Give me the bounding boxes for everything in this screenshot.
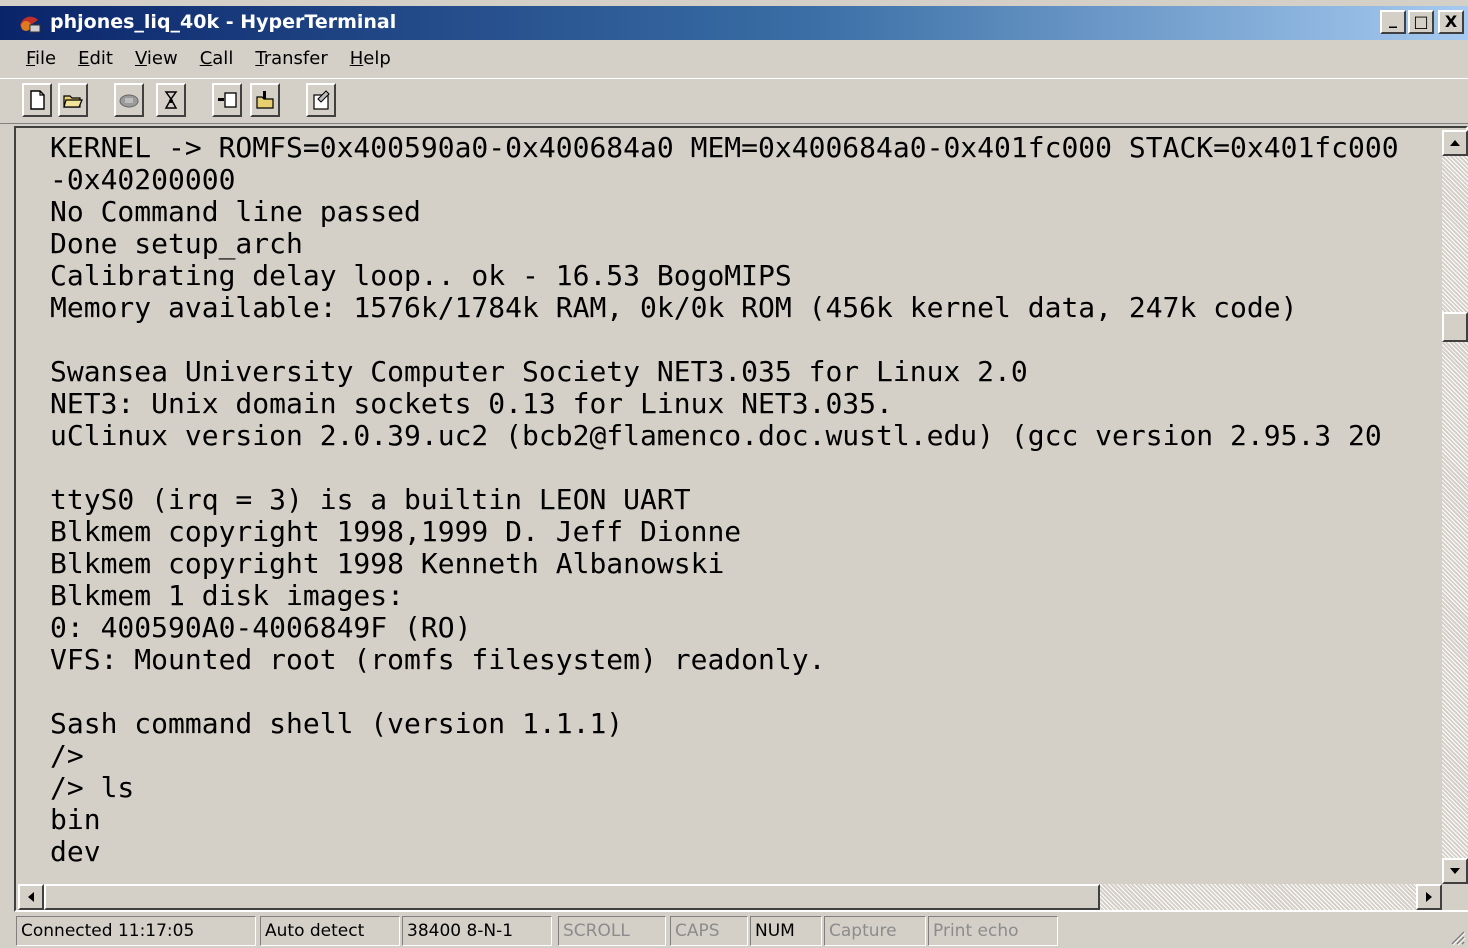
vertical-scroll-thumb[interactable] [1442, 312, 1468, 342]
resize-grip-icon[interactable] [1448, 928, 1466, 946]
properties-icon [313, 90, 330, 110]
title-bar[interactable]: phjones_liq_40k - HyperTerminal _ □ X [0, 0, 1468, 40]
terminal-line: dev [50, 835, 101, 868]
menu-view[interactable]: View [135, 48, 178, 69]
open-button[interactable] [58, 83, 88, 117]
terminal-line: VFS: Mounted root (romfs filesystem) rea… [50, 643, 826, 676]
terminal-line: Memory available: 1576k/1784k RAM, 0k/0k… [50, 291, 1298, 324]
terminal-line: Calibrating delay loop.. ok - 16.53 Bogo… [50, 259, 792, 292]
menu-call[interactable]: Call [200, 48, 234, 69]
status-port-settings: 38400 8-N-1 [402, 916, 552, 946]
menu-transfer[interactable]: Transfer [255, 48, 327, 69]
terminal-line: Blkmem 1 disk images: [50, 579, 405, 612]
terminal-line: KERNEL -> ROMFS=0x400590a0-0x400684a0 ME… [50, 131, 1399, 164]
scroll-left-button[interactable] [18, 884, 44, 910]
terminal-output[interactable]: KERNEL -> ROMFS=0x400590a0-0x400684a0 ME… [18, 130, 1442, 884]
terminal-line: Swansea University Computer Society NET3… [50, 355, 1028, 388]
send-button[interactable] [212, 83, 242, 117]
arrow-down-icon [1450, 868, 1460, 874]
minimize-button[interactable]: _ [1380, 10, 1406, 34]
arrow-right-icon [1426, 892, 1432, 902]
terminal-line: Sash command shell (version 1.1.1) [50, 707, 624, 740]
window-title: phjones_liq_40k - HyperTerminal [50, 11, 397, 33]
arrow-up-icon [1450, 140, 1460, 146]
disconnect-icon [164, 91, 178, 109]
scroll-down-button[interactable] [1442, 858, 1468, 884]
menu-bar: File Edit View Call Transfer Help [0, 40, 1468, 76]
arrow-left-icon [28, 892, 34, 902]
disconnect-button[interactable] [156, 83, 186, 117]
status-scroll: SCROLL [558, 916, 666, 946]
toolbar [0, 78, 1468, 124]
menu-help[interactable]: Help [350, 48, 391, 69]
menu-edit[interactable]: Edit [78, 48, 113, 69]
status-detect: Auto detect [260, 916, 400, 946]
terminal-line: uClinux version 2.0.39.uc2 (bcb2@flamenc… [50, 419, 1382, 452]
terminal-line: /> ls [50, 771, 135, 804]
scrollbar-corner [1442, 884, 1468, 910]
scroll-right-button[interactable] [1416, 884, 1442, 910]
status-print-echo: Print echo [928, 916, 1058, 946]
new-document-icon [30, 90, 45, 110]
hyperterminal-app-icon [20, 16, 41, 33]
terminal-line: Done setup_arch [50, 227, 303, 260]
terminal-line: -0x40200000 [50, 163, 236, 196]
terminal-line: bin [50, 803, 101, 836]
minimize-icon: _ [1389, 9, 1397, 28]
receive-button[interactable] [250, 83, 280, 117]
new-connection-button[interactable] [22, 83, 52, 117]
properties-button[interactable] [306, 83, 336, 117]
vertical-scrollbar[interactable] [1442, 130, 1468, 884]
receive-icon [256, 91, 274, 109]
status-connected: Connected 11:17:05 [16, 916, 256, 946]
close-button[interactable]: X [1438, 10, 1464, 34]
horizontal-scroll-thumb[interactable] [44, 884, 1100, 910]
terminal-line: Blkmem copyright 1998,1999 D. Jeff Dionn… [50, 515, 742, 548]
terminal-line: ttyS0 (irq = 3) is a builtin LEON UART [50, 483, 691, 516]
send-icon [218, 92, 237, 108]
terminal-line: Blkmem copyright 1998 Kenneth Albanowski [50, 547, 725, 580]
terminal-line: 0: 400590A0-4006849F (RO) [50, 611, 472, 644]
call-icon [119, 94, 139, 108]
status-num: NUM [750, 916, 822, 946]
maximize-icon: □ [1413, 12, 1429, 31]
scroll-up-button[interactable] [1442, 130, 1468, 156]
status-caps: CAPS [670, 916, 748, 946]
menu-file[interactable]: File [26, 48, 56, 69]
terminal-frame: KERNEL -> ROMFS=0x400590a0-0x400684a0 ME… [14, 126, 1468, 912]
terminal-line: No Command line passed [50, 195, 421, 228]
close-icon: X [1444, 12, 1458, 31]
terminal-line: NET3: Unix domain sockets 0.13 for Linux… [50, 387, 893, 420]
horizontal-scrollbar[interactable] [18, 884, 1442, 910]
maximize-button[interactable]: □ [1408, 10, 1434, 34]
status-capture: Capture [824, 916, 926, 946]
terminal-line: /> [50, 739, 84, 772]
call-button[interactable] [114, 83, 144, 117]
open-folder-icon [63, 95, 83, 108]
status-bar: Connected 11:17:05 Auto detect 38400 8-N… [0, 914, 1468, 948]
